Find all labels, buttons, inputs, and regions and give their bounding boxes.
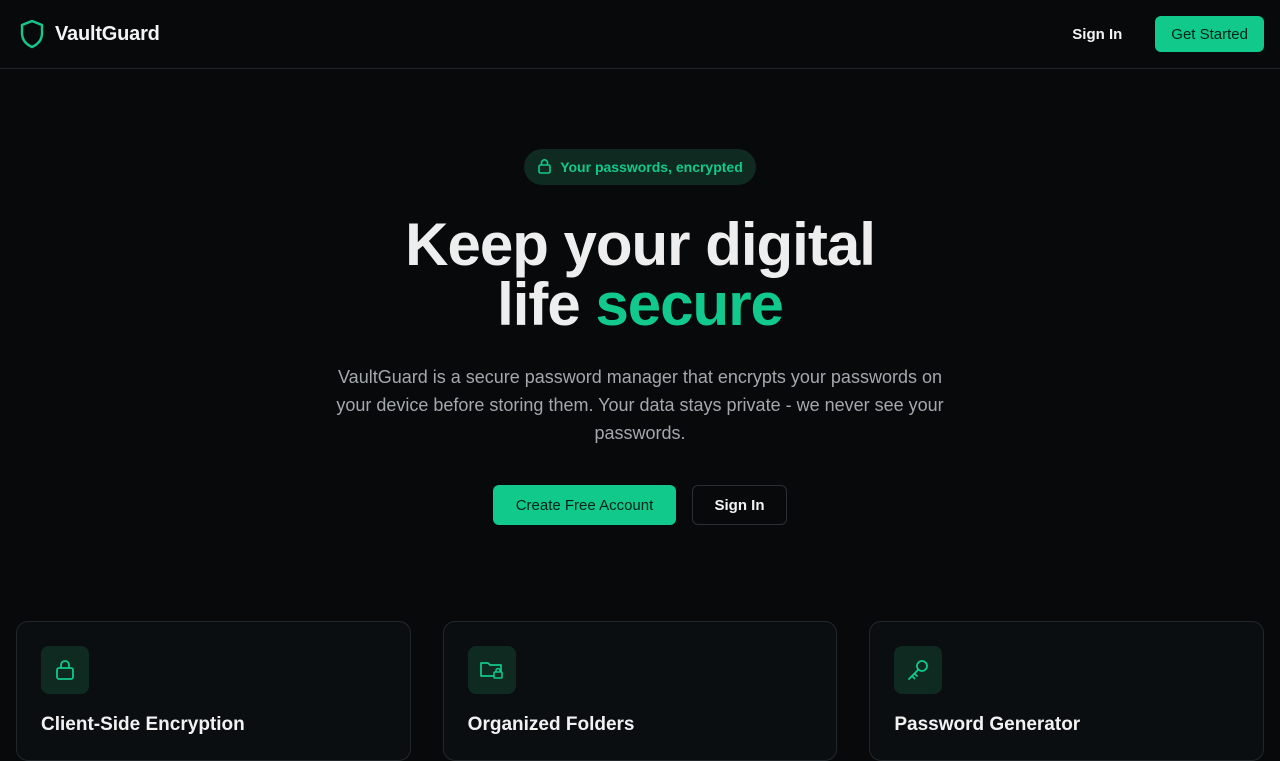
- features-grid: Client-Side Encryption Organized Folders…: [16, 621, 1265, 761]
- get-started-button[interactable]: Get Started: [1155, 16, 1264, 52]
- brand[interactable]: VaultGuard: [19, 19, 160, 49]
- lock-icon: [537, 158, 552, 177]
- headline-line-2: life: [497, 271, 596, 338]
- nav-sign-in-link[interactable]: Sign In: [1072, 26, 1122, 43]
- headline-accent: secure: [595, 271, 783, 338]
- headline-line-1: Keep your digital: [405, 211, 876, 278]
- feature-title: Client-Side Encryption: [41, 714, 245, 735]
- hero-subtitle: VaultGuard is a secure password manager …: [336, 367, 944, 443]
- folder-lock-icon: [467, 646, 516, 694]
- feature-title: Password Generator: [894, 714, 1081, 735]
- feature-card: Client-Side Encryption: [16, 621, 411, 761]
- brand-name: VaultGuard: [55, 22, 160, 45]
- feature-title: Organized Folders: [467, 714, 635, 735]
- shield-icon: [19, 19, 45, 49]
- hero-sign-in-button[interactable]: Sign In: [692, 485, 787, 525]
- feature-card: Password Generator: [869, 621, 1265, 761]
- badge-label: Your passwords, encrypted: [560, 159, 743, 175]
- lock-icon: [41, 646, 89, 694]
- hero-headline: Keep your digital life secure: [0, 215, 1280, 335]
- create-account-button[interactable]: Create Free Account: [493, 485, 676, 525]
- nav-actions: Sign In Get Started: [1072, 16, 1264, 52]
- top-nav: VaultGuard Sign In Get Started: [0, 0, 1280, 69]
- key-icon: [894, 646, 943, 694]
- encryption-badge: Your passwords, encrypted: [524, 149, 756, 185]
- feature-card: Organized Folders: [442, 621, 838, 761]
- cta-row: Create Free Account Sign In: [0, 485, 1280, 525]
